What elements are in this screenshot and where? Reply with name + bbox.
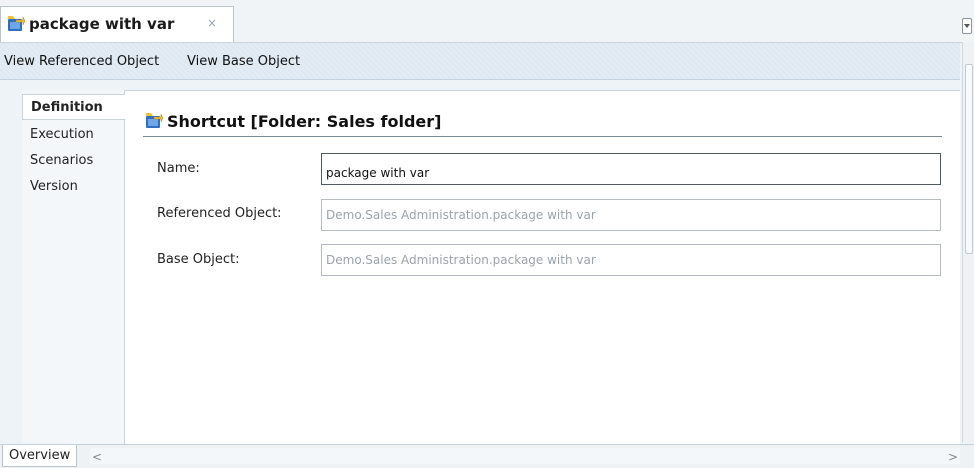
referenced-object-label: Referenced Object: xyxy=(157,206,282,221)
scroll-left-icon[interactable]: < xyxy=(92,450,102,464)
definition-panel: Shortcut [Folder: Sales folder] Name: Re… xyxy=(125,90,960,445)
nav-item-execution[interactable]: Execution xyxy=(22,122,124,148)
view-referenced-object-link[interactable]: View Referenced Object xyxy=(4,54,159,69)
horizontal-scrollbar[interactable]: < > xyxy=(90,448,960,464)
referenced-object-field: Demo.Sales Administration.package with v… xyxy=(321,199,941,231)
base-object-field: Demo.Sales Administration.package with v… xyxy=(321,244,941,276)
action-bar: View Referenced Object View Base Object xyxy=(0,43,960,80)
editor-content: Definition Execution Scenarios Version S… xyxy=(0,80,960,445)
scroll-right-icon[interactable]: > xyxy=(948,450,958,464)
view-base-object-link[interactable]: View Base Object xyxy=(187,54,300,69)
side-nav: Definition Execution Scenarios Version xyxy=(22,90,125,444)
nav-item-scenarios[interactable]: Scenarios xyxy=(22,148,124,174)
tab-overview[interactable]: Overview xyxy=(2,445,78,467)
nav-item-definition[interactable]: Definition xyxy=(22,94,125,120)
section-title: Shortcut [Folder: Sales folder] xyxy=(167,112,442,131)
editor-tab-bar: package with var × xyxy=(0,0,974,43)
close-icon[interactable]: × xyxy=(207,16,217,30)
shortcut-package-icon xyxy=(145,113,164,129)
vertical-scrollbar[interactable] xyxy=(962,42,974,442)
nav-item-version[interactable]: Version xyxy=(22,174,124,200)
section-divider xyxy=(143,136,942,137)
vertical-scrollbar-thumb[interactable] xyxy=(965,64,973,254)
editor-tab[interactable]: package with var × xyxy=(0,6,234,42)
name-input[interactable] xyxy=(321,153,941,185)
tab-list-dropdown-button[interactable] xyxy=(962,18,972,34)
editor-tab-title: package with var xyxy=(29,15,175,33)
shortcut-package-icon xyxy=(7,16,26,32)
bottom-tab-bar: Overview < > xyxy=(0,444,974,468)
name-label: Name: xyxy=(157,161,200,176)
base-object-label: Base Object: xyxy=(157,252,240,267)
